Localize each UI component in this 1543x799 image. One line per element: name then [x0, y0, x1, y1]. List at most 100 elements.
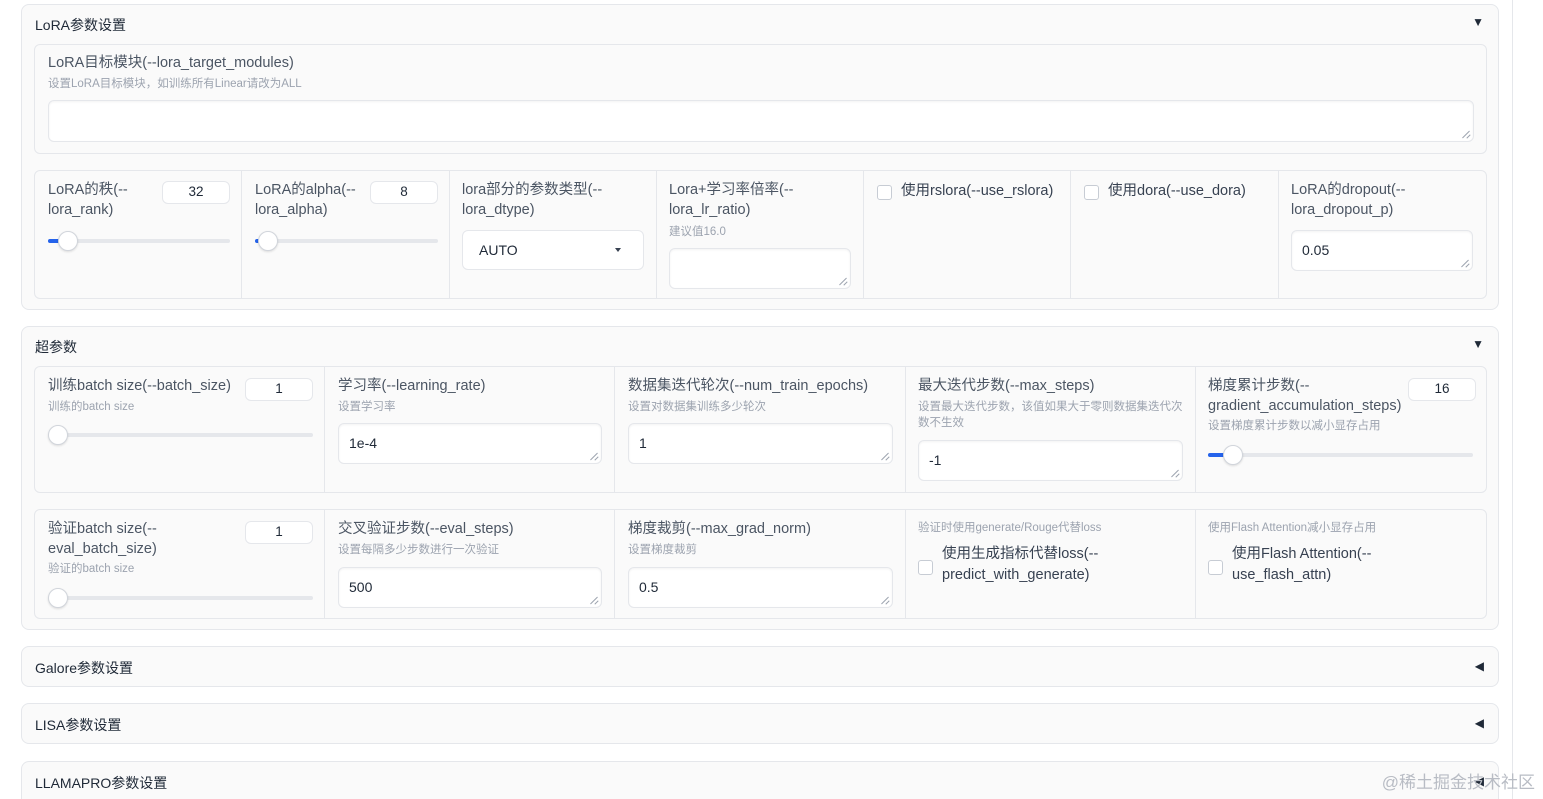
resize-grip-icon[interactable] — [1461, 259, 1469, 267]
lora-lr-ratio-label: Lora+学习率倍率(--lora_lr_ratio) — [669, 182, 794, 218]
eval-steps-input[interactable]: 500 — [338, 567, 602, 608]
lora-dtype-select[interactable]: AUTO — [462, 230, 644, 270]
max-grad-norm-label: 梯度裁剪(--max_grad_norm) — [628, 521, 811, 537]
use-rslora-checkbox[interactable] — [877, 185, 892, 200]
lora-dtype-label: lora部分的参数类型(--lora_dtype) — [462, 182, 603, 218]
collapse-icon[interactable]: ▼ — [1472, 15, 1484, 29]
grad-accum-slider[interactable] — [1208, 445, 1473, 465]
lora-settings-section: LoRA参数设置 ▼ LoRA目标模块(--lora_target_module… — [21, 4, 1499, 310]
batch-size-info: 训练的batch size — [48, 401, 135, 413]
lora-alpha-label: LoRA的alpha(--lora_alpha) — [255, 182, 356, 218]
max-grad-norm-block: 梯度裁剪(--max_grad_norm) 设置梯度裁剪 0.5 — [615, 510, 906, 618]
lora-alpha-slider[interactable] — [255, 231, 438, 251]
lora-alpha-block: LoRA的alpha(--lora_alpha) 8 — [242, 171, 450, 298]
flash-attn-header: 使用Flash Attention减小显存占用 — [1208, 522, 1377, 534]
resize-grip-icon[interactable] — [590, 596, 598, 604]
batch-size-slider[interactable] — [48, 425, 313, 445]
batch-size-label: 训练batch size(--batch_size) — [48, 378, 231, 394]
expand-icon[interactable]: ◀ — [1475, 659, 1484, 673]
flash-attn-block: 使用Flash Attention减小显存占用 使用Flash Attentio… — [1196, 510, 1488, 618]
use-rslora-label[interactable]: 使用rslora(--use_rslora) — [901, 181, 1053, 202]
batch-size-block: 训练batch size(--batch_size) 训练的batch size… — [35, 367, 325, 492]
slider-thumb[interactable] — [48, 588, 68, 608]
learning-rate-info: 设置学习率 — [338, 401, 396, 413]
lora-params-row: LoRA的秩(--lora_rank) 32 LoRA的alpha(--lora… — [34, 170, 1487, 299]
target-modules-group: LoRA目标模块(--lora_target_modules) 设置LoRA目标… — [34, 44, 1487, 154]
resize-grip-icon[interactable] — [881, 452, 889, 460]
predict-with-generate-label[interactable]: 使用生成指标代替loss(--predict_with_generate) — [942, 544, 1117, 586]
lora-dropout-input[interactable]: 0.05 — [1291, 230, 1473, 271]
lora-dtype-block: lora部分的参数类型(--lora_dtype) AUTO — [450, 171, 657, 298]
max-grad-norm-info: 设置梯度裁剪 — [628, 544, 697, 556]
lora-dropout-label: LoRA的dropout(--lora_dropout_p) — [1291, 182, 1406, 218]
batch-size-number[interactable]: 1 — [245, 378, 313, 401]
eval-batch-size-number[interactable]: 1 — [245, 521, 313, 544]
epochs-input[interactable]: 1 — [628, 423, 893, 464]
eval-steps-block: 交叉验证步数(--eval_steps) 设置每隔多少步数进行一次验证 500 — [325, 510, 615, 618]
grad-accum-label: 梯度累计步数(--gradient_accumulation_steps) — [1208, 378, 1402, 414]
lora-lr-ratio-input[interactable] — [669, 248, 851, 289]
slider-thumb[interactable] — [1222, 445, 1243, 465]
use-rslora-block: 使用rslora(--use_rslora) — [864, 171, 1071, 298]
hyperparameters-section: 超参数 ▼ 训练batch size(--batch_size) 训练的batc… — [21, 326, 1499, 630]
lora-alpha-number[interactable]: 8 — [370, 181, 438, 204]
lora-dropout-block: LoRA的dropout(--lora_dropout_p) 0.05 — [1279, 171, 1488, 298]
eval-batch-size-block: 验证batch size(--eval_batch_size) 验证的batch… — [35, 510, 325, 618]
scrollbar-divider — [1512, 0, 1513, 799]
predict-with-generate-block: 验证时使用generate/Rouge代替loss 使用生成指标代替loss(-… — [906, 510, 1196, 618]
resize-grip-icon[interactable] — [1462, 130, 1470, 138]
llamapro-section-title[interactable]: LLAMAPRO参数设置 — [35, 773, 167, 793]
resize-grip-icon[interactable] — [881, 596, 889, 604]
galore-section-title[interactable]: Galore参数设置 — [35, 658, 133, 678]
lora-lr-ratio-block: Lora+学习率倍率(--lora_lr_ratio) 建议值16.0 — [657, 171, 864, 298]
expand-icon[interactable]: ◀ — [1475, 716, 1484, 730]
collapse-icon[interactable]: ▼ — [1472, 337, 1484, 351]
resize-grip-icon[interactable] — [590, 452, 598, 460]
target-modules-input[interactable] — [48, 100, 1474, 142]
slider-thumb[interactable] — [57, 231, 78, 251]
max-grad-norm-input[interactable]: 0.5 — [628, 567, 893, 608]
max-steps-label: 最大迭代步数(--max_steps) — [918, 378, 1095, 394]
predict-with-generate-header: 验证时使用generate/Rouge代替loss — [918, 522, 1102, 534]
resize-grip-icon[interactable] — [1171, 469, 1179, 477]
max-steps-info: 设置最大迭代步数，该值如果大于零则数据集迭代次数不生效 — [918, 401, 1183, 429]
slider-thumb[interactable] — [48, 425, 68, 445]
use-dora-label[interactable]: 使用dora(--use_dora) — [1108, 181, 1246, 202]
learning-rate-block: 学习率(--learning_rate) 设置学习率 1e-4 — [325, 367, 615, 492]
llamapro-section[interactable]: LLAMAPRO参数设置 ◀ — [21, 761, 1499, 799]
epochs-label: 数据集迭代轮次(--num_train_epochs) — [628, 378, 869, 394]
resize-grip-icon[interactable] — [839, 277, 847, 285]
lora-lr-ratio-info: 建议值16.0 — [669, 226, 726, 238]
flash-attn-label[interactable]: 使用Flash Attention(--use_flash_attn) — [1232, 544, 1392, 586]
hyper-row-1: 训练batch size(--batch_size) 训练的batch size… — [34, 366, 1487, 493]
watermark: @稀土掘金技术社区 — [1381, 773, 1535, 792]
lora-rank-label: LoRA的秩(--lora_rank) — [48, 182, 128, 218]
eval-steps-label: 交叉验证步数(--eval_steps) — [338, 521, 514, 537]
predict-with-generate-checkbox[interactable] — [918, 560, 933, 575]
grad-accum-info: 设置梯度累计步数以减小显存占用 — [1208, 420, 1381, 432]
epochs-block: 数据集迭代轮次(--num_train_epochs) 设置对数据集训练多少轮次… — [615, 367, 906, 492]
lisa-section-title[interactable]: LISA参数设置 — [35, 715, 121, 735]
lora-rank-block: LoRA的秩(--lora_rank) 32 — [35, 171, 242, 298]
max-steps-block: 最大迭代步数(--max_steps) 设置最大迭代步数，该值如果大于零则数据集… — [906, 367, 1196, 492]
lora-rank-number[interactable]: 32 — [162, 181, 230, 204]
lora-rank-slider[interactable] — [48, 231, 230, 251]
use-dora-checkbox[interactable] — [1084, 185, 1099, 200]
flash-attn-checkbox[interactable] — [1208, 560, 1223, 575]
grad-accum-number[interactable]: 16 — [1408, 378, 1476, 401]
grad-accum-block: 梯度累计步数(--gradient_accumulation_steps) 设置… — [1196, 367, 1488, 492]
learning-rate-input[interactable]: 1e-4 — [338, 423, 602, 464]
eval-batch-size-info: 验证的batch size — [48, 563, 135, 575]
max-steps-input[interactable]: -1 — [918, 440, 1183, 481]
epochs-info: 设置对数据集训练多少轮次 — [628, 401, 766, 413]
lora-section-title[interactable]: LoRA参数设置 — [35, 15, 126, 35]
hyper-section-title[interactable]: 超参数 — [35, 337, 77, 357]
galore-section[interactable]: Galore参数设置 ◀ — [21, 646, 1499, 687]
learning-rate-label: 学习率(--learning_rate) — [338, 378, 486, 394]
eval-batch-size-slider[interactable] — [48, 588, 313, 608]
use-dora-block: 使用dora(--use_dora) — [1071, 171, 1279, 298]
eval-steps-info: 设置每隔多少步数进行一次验证 — [338, 544, 499, 556]
hyper-row-2: 验证batch size(--eval_batch_size) 验证的batch… — [34, 509, 1487, 619]
lisa-section[interactable]: LISA参数设置 ◀ — [21, 703, 1499, 744]
slider-thumb[interactable] — [258, 231, 279, 251]
